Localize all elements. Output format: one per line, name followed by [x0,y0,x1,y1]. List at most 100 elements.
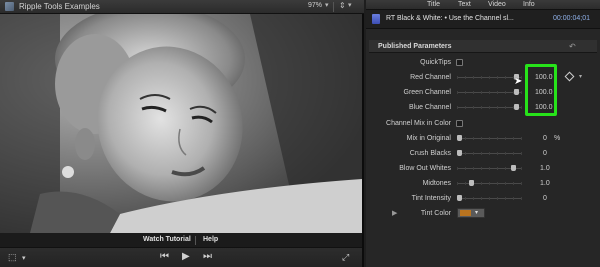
param-label: Blue Channel [408,104,451,111]
slider-tick [465,182,466,185]
transform-dropdown-icon[interactable]: ▾ [22,254,26,264]
slider-tick [473,167,474,170]
slider-tick [457,182,458,185]
viewer-header: Ripple Tools Examples 97% ▾ ⇕ ▾ [0,0,364,14]
color-swatch [460,210,471,216]
slider-tick [505,167,506,170]
inspector-panel: Title Text Video Info RT Black & White: … [366,0,600,267]
keyframe-icon[interactable] [564,71,575,82]
inspector-tabs: Title Text Video Info [366,0,600,10]
param-row-blow-out-whites: Blow Out Whites 1.0 [369,162,597,175]
quicktips-checkbox[interactable] [456,59,463,66]
crush-blacks-slider[interactable] [457,150,522,156]
slider-tick [473,197,474,200]
slider-tick [465,91,466,94]
channel-mix-checkbox[interactable] [456,120,463,127]
param-label: Tint Color [420,210,451,217]
slider-tick [465,167,466,170]
slider-knob[interactable] [457,150,462,156]
red-channel-slider[interactable] [457,74,522,80]
param-row-red-channel: Red Channel 100.0 ▾ [369,71,597,84]
view-switch-icon[interactable]: ⇕ [339,1,346,10]
param-row-blue-channel: Blue Channel 100.0 [369,101,597,114]
tab-info[interactable]: Info [523,1,535,8]
param-row-tint-color: ▶ Tint Color ▾ [369,207,597,220]
viewer-toolbar: Watch Tutorial Help [0,233,362,247]
slider-knob[interactable] [511,165,516,171]
param-label: Tint Intensity [411,195,451,202]
slider-knob[interactable] [457,195,462,201]
slider-tick [505,137,506,140]
tab-title[interactable]: Title [427,1,440,8]
play-icon[interactable]: ▶ [182,252,190,262]
slider-tick [505,76,506,79]
green-channel-slider[interactable] [457,89,522,95]
slider-tick [497,137,498,140]
previous-edit-icon[interactable]: ⏮ [160,252,169,262]
slider-tick [465,76,466,79]
slider-tick [513,197,514,200]
slider-tick [465,197,466,200]
slider-tick [481,167,482,170]
slider-knob[interactable] [514,104,519,110]
help-button[interactable]: Help [203,236,218,243]
blow-out-whites-value[interactable]: 1.0 [540,165,550,172]
slider-tick [521,106,522,109]
slider-tick [497,182,498,185]
midtones-value[interactable]: 1.0 [540,180,550,187]
view-options-dropdown-icon[interactable]: ▾ [348,1,352,9]
tab-text[interactable]: Text [458,1,471,8]
viewer-panel: Ripple Tools Examples 97% ▾ ⇕ ▾ Watch Tu… [0,0,364,267]
tint-intensity-value[interactable]: 0 [543,195,547,202]
slider-tick [513,182,514,185]
slider-tick [481,197,482,200]
viewer-transport-bar: ⬚ ▾ ⏮ ▶ ⏭ ⤢ [0,247,362,267]
transform-icon[interactable]: ⬚ [8,252,17,262]
zoom-dropdown-icon[interactable]: ▾ [325,1,329,9]
slider-knob[interactable] [469,180,474,186]
slider-knob[interactable] [457,135,462,141]
tab-video[interactable]: Video [488,1,506,8]
slider-tick [505,197,506,200]
slider-tick [465,106,466,109]
percent-unit: % [554,135,561,142]
slider-tick [489,197,490,200]
video-preview-image [0,14,362,233]
slider-tick [489,106,490,109]
param-label: Mix in Original [406,135,451,142]
midtones-slider[interactable] [457,180,522,186]
slider-tick [473,106,474,109]
tint-intensity-slider[interactable] [457,195,522,201]
reset-icon[interactable]: ↶ [569,42,576,51]
slider-tick [481,152,482,155]
keyframe-menu-icon[interactable]: ▾ [579,73,582,80]
next-edit-icon[interactable]: ⏭ [203,252,212,262]
slider-tick [465,152,466,155]
slider-tick [489,91,490,94]
blow-out-whites-slider[interactable] [457,165,522,171]
mix-in-original-slider[interactable] [457,135,522,141]
slider-tick [489,152,490,155]
slider-tick [489,167,490,170]
slider-tick [465,137,466,140]
blue-channel-slider[interactable] [457,104,522,110]
slider-tick [489,137,490,140]
section-header[interactable]: Published Parameters ↶ [369,40,597,53]
slider-tick [521,91,522,94]
crush-blacks-value[interactable]: 0 [543,150,547,157]
fullscreen-icon[interactable]: ⤢ [342,252,349,262]
param-label: Green Channel [403,89,451,96]
watch-tutorial-button[interactable]: Watch Tutorial [143,236,191,243]
mix-in-original-value[interactable]: 0 [543,135,547,142]
slider-knob[interactable] [514,89,519,95]
disclosure-triangle-icon[interactable]: ▶ [392,209,397,217]
param-row-green-channel: Green Channel 100.0 [369,86,597,99]
slider-tick [481,76,482,79]
slider-tick [497,91,498,94]
slider-tick [457,91,458,94]
tint-color-well[interactable]: ▾ [457,208,485,218]
param-row-midtones: Midtones 1.0 [369,177,597,190]
zoom-level[interactable]: 97% [308,2,322,9]
color-dropdown-icon[interactable]: ▾ [475,209,478,216]
slider-tick [473,152,474,155]
